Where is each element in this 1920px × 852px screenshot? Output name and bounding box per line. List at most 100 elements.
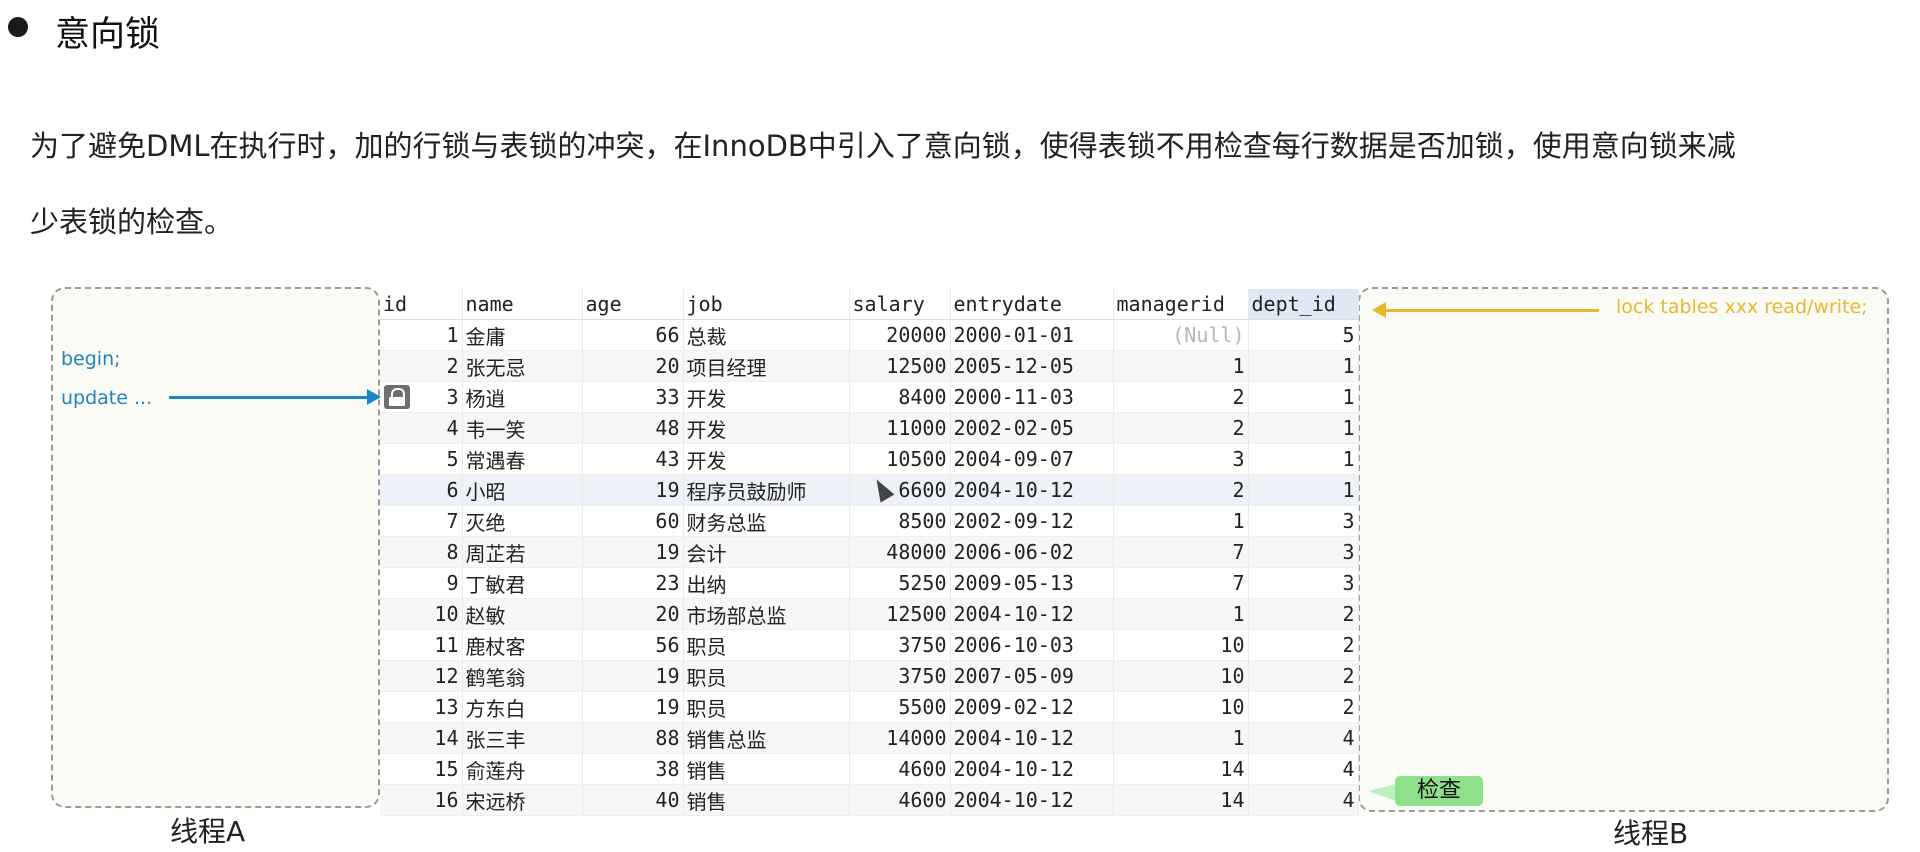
cell-entrydate[interactable]: 2002-02-05 [950, 412, 1114, 444]
cell-age[interactable]: 48 [582, 412, 684, 444]
cell-id[interactable]: 13 [380, 691, 463, 723]
cell-salary[interactable]: 4600 [849, 753, 951, 785]
cell-age[interactable]: 19 [582, 691, 684, 723]
cell-managerid[interactable]: 1 [1113, 598, 1249, 630]
cell-salary[interactable]: 8400 [849, 381, 951, 413]
cell-dept_id[interactable]: 1 [1248, 350, 1359, 382]
table-row[interactable]: 3 杨逍 33 开发 8400 2000-11-03 2 1 [380, 381, 1359, 413]
cell-id[interactable]: 11 [380, 629, 463, 661]
cell-id[interactable]: 15 [380, 753, 463, 785]
cell-age[interactable]: 43 [582, 443, 684, 475]
table-row[interactable]: 15 俞莲舟 38 销售 4600 2004-10-12 14 4 [380, 753, 1359, 785]
cell-entrydate[interactable]: 2009-02-12 [950, 691, 1114, 723]
cell-managerid[interactable]: 14 [1113, 753, 1249, 785]
cell-managerid[interactable]: 2 [1113, 381, 1249, 413]
cell-id[interactable]: 12 [380, 660, 463, 692]
cell-salary[interactable]: 48000 [849, 536, 951, 568]
cell-id[interactable]: 6 [380, 474, 463, 506]
cell-managerid[interactable]: 1 [1113, 505, 1249, 537]
cell-name[interactable]: 韦一笑 [462, 412, 583, 444]
cell-age[interactable]: 20 [582, 350, 684, 382]
cell-name[interactable]: 张无忌 [462, 350, 583, 382]
table-row[interactable]: 6 小昭 19 程序员鼓励师 6600 2004-10-12 2 1 [380, 474, 1359, 506]
cell-dept_id[interactable]: 4 [1248, 722, 1359, 754]
table-row[interactable]: 7 灭绝 60 财务总监 8500 2002-09-12 1 3 [380, 505, 1359, 537]
cell-entrydate[interactable]: 2004-10-12 [950, 784, 1114, 816]
column-header-managerid[interactable]: managerid [1113, 289, 1249, 320]
column-header-name[interactable]: name [462, 289, 583, 320]
cell-entrydate[interactable]: 2007-05-09 [950, 660, 1114, 692]
cell-age[interactable]: 40 [582, 784, 684, 816]
cell-id[interactable]: 9 [380, 567, 463, 599]
cell-managerid[interactable]: 10 [1113, 660, 1249, 692]
cell-age[interactable]: 20 [582, 598, 684, 630]
cell-salary[interactable]: 3750 [849, 660, 951, 692]
cell-dept_id[interactable]: 4 [1248, 753, 1359, 785]
cell-name[interactable]: 小昭 [462, 474, 583, 506]
cell-salary[interactable]: 5500 [849, 691, 951, 723]
table-row[interactable]: 11 鹿杖客 56 职员 3750 2006-10-03 10 2 [380, 629, 1359, 661]
cell-name[interactable]: 鹤笔翁 [462, 660, 583, 692]
cell-job[interactable]: 开发 [683, 443, 850, 475]
cell-dept_id[interactable]: 5 [1248, 319, 1359, 351]
cell-job[interactable]: 会计 [683, 536, 850, 568]
cell-salary[interactable]: 4600 [849, 784, 951, 816]
cell-id[interactable]: 3 [380, 381, 463, 413]
cell-dept_id[interactable]: 3 [1248, 567, 1359, 599]
cell-entrydate[interactable]: 2000-11-03 [950, 381, 1114, 413]
cell-job[interactable]: 项目经理 [683, 350, 850, 382]
cell-id[interactable]: 10 [380, 598, 463, 630]
cell-salary[interactable]: 3750 [849, 629, 951, 661]
cell-entrydate[interactable]: 2000-01-01 [950, 319, 1114, 351]
cell-salary[interactable]: 11000 [849, 412, 951, 444]
cell-managerid[interactable]: 10 [1113, 691, 1249, 723]
cell-dept_id[interactable]: 2 [1248, 629, 1359, 661]
table-row[interactable]: 13 方东白 19 职员 5500 2009-02-12 10 2 [380, 691, 1359, 723]
cell-managerid[interactable]: 7 [1113, 536, 1249, 568]
cell-age[interactable]: 33 [582, 381, 684, 413]
cell-name[interactable]: 常遇春 [462, 443, 583, 475]
cell-dept_id[interactable]: 1 [1248, 412, 1359, 444]
cell-entrydate[interactable]: 2002-09-12 [950, 505, 1114, 537]
cell-id[interactable]: 7 [380, 505, 463, 537]
cell-salary[interactable]: 10500 [849, 443, 951, 475]
cell-job[interactable]: 程序员鼓励师 [683, 474, 850, 506]
cell-entrydate[interactable]: 2004-10-12 [950, 474, 1114, 506]
cell-name[interactable]: 丁敏君 [462, 567, 583, 599]
cell-age[interactable]: 88 [582, 722, 684, 754]
cell-id[interactable]: 4 [380, 412, 463, 444]
cell-age[interactable]: 19 [582, 474, 684, 506]
cell-entrydate[interactable]: 2004-10-12 [950, 598, 1114, 630]
cell-entrydate[interactable]: 2004-10-12 [950, 753, 1114, 785]
cell-entrydate[interactable]: 2006-06-02 [950, 536, 1114, 568]
cell-age[interactable]: 19 [582, 536, 684, 568]
cell-id[interactable]: 1 [380, 319, 463, 351]
table-row[interactable]: 5 常遇春 43 开发 10500 2004-09-07 3 1 [380, 443, 1359, 475]
cell-job[interactable]: 开发 [683, 381, 850, 413]
cell-id[interactable]: 16 [380, 784, 463, 816]
cell-age[interactable]: 56 [582, 629, 684, 661]
cell-dept_id[interactable]: 2 [1248, 691, 1359, 723]
cell-name[interactable]: 周芷若 [462, 536, 583, 568]
cell-name[interactable]: 方东白 [462, 691, 583, 723]
cell-salary[interactable]: 12500 [849, 598, 951, 630]
column-header-salary[interactable]: salary [849, 289, 951, 320]
cell-dept_id[interactable]: 1 [1248, 443, 1359, 475]
cell-name[interactable]: 金庸 [462, 319, 583, 351]
cell-age[interactable]: 19 [582, 660, 684, 692]
cell-age[interactable]: 38 [582, 753, 684, 785]
cell-managerid[interactable]: 2 [1113, 474, 1249, 506]
cell-job[interactable]: 总裁 [683, 319, 850, 351]
cell-job[interactable]: 销售 [683, 753, 850, 785]
cell-entrydate[interactable]: 2006-10-03 [950, 629, 1114, 661]
column-header-id[interactable]: id [380, 289, 463, 320]
cell-managerid[interactable]: 10 [1113, 629, 1249, 661]
cell-entrydate[interactable]: 2009-05-13 [950, 567, 1114, 599]
cell-name[interactable]: 灭绝 [462, 505, 583, 537]
cell-managerid[interactable]: (Null) [1113, 319, 1249, 351]
column-header-entrydate[interactable]: entrydate [950, 289, 1114, 320]
cell-job[interactable]: 销售总监 [683, 722, 850, 754]
column-header-dept_id[interactable]: dept_id [1248, 289, 1359, 320]
cell-id[interactable]: 2 [380, 350, 463, 382]
cell-entrydate[interactable]: 2004-10-12 [950, 722, 1114, 754]
